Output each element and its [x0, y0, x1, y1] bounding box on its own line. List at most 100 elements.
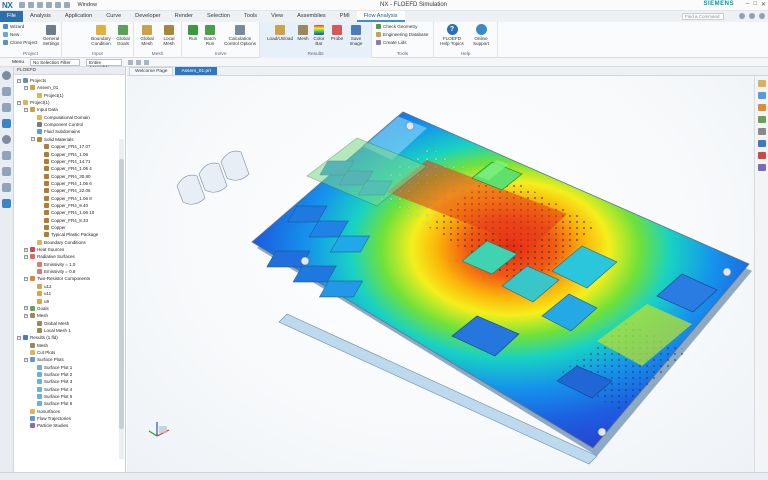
settings-icon[interactable] [2, 71, 11, 80]
tree-node[interactable]: Surface Plot 3 [31, 378, 72, 385]
help-topics-button[interactable]: ? FLOEFD Help Topics [438, 24, 466, 46]
view-triad[interactable] [148, 422, 170, 437]
boundary-condition-button[interactable]: Boundary Condition [90, 25, 112, 46]
tree-node[interactable]: − Solid Materials [31, 136, 74, 143]
tab-assemblies[interactable]: Assemblies [290, 11, 333, 22]
expand-toggle-icon[interactable]: − [17, 335, 21, 340]
tree-node[interactable]: Surface Plot 6 [31, 400, 72, 407]
tree-node[interactable]: Global Mesh [31, 320, 69, 327]
global-mesh-button[interactable]: Global Mesh [138, 25, 156, 46]
tree-node[interactable]: Local Mesh 1 [31, 327, 71, 334]
tab-view[interactable]: View [264, 11, 290, 22]
local-mesh-button[interactable]: Local Mesh [160, 25, 178, 46]
expand-toggle-icon[interactable]: − [24, 107, 28, 112]
tab-analysis[interactable]: Analysis [23, 11, 58, 22]
expand-toggle-icon[interactable]: − [17, 100, 21, 105]
settings-icon[interactable] [739, 13, 745, 19]
online-support-button[interactable]: Online Support [468, 24, 494, 46]
scrollbar-thumb[interactable] [119, 159, 124, 429]
save-icon[interactable] [18, 2, 25, 8]
tree-node[interactable]: Copper_FR4_9.40 [38, 202, 88, 209]
tab-file[interactable]: File [0, 11, 24, 22]
tab-curve[interactable]: Curve [99, 11, 128, 22]
options-icon[interactable] [759, 13, 765, 19]
select-all-icon[interactable] [144, 59, 149, 65]
tree-node[interactable]: + Goals [24, 305, 49, 312]
minimize-icon[interactable]: – [746, 1, 749, 8]
tree-node[interactable]: Surface Plot 4 [31, 386, 72, 393]
tab-selection[interactable]: Selection [200, 11, 237, 22]
tree-node[interactable]: Typical Plastic Package [38, 231, 98, 238]
export-icon[interactable] [757, 164, 766, 171]
global-goals-button[interactable]: Global Goals [114, 25, 132, 46]
filter-icon[interactable] [136, 59, 141, 65]
history-icon[interactable] [2, 135, 11, 144]
tree-node[interactable]: Computational Domain [31, 114, 90, 121]
plot-icon[interactable] [757, 152, 766, 159]
goals-icon[interactable] [757, 116, 766, 123]
expand-toggle-icon[interactable]: − [24, 276, 28, 281]
tab-application[interactable]: Application [58, 11, 99, 22]
engineering-database-button[interactable]: Engineering Database [376, 32, 428, 37]
tab-render[interactable]: Render [168, 11, 200, 22]
tree-node[interactable]: − Surface Plots [24, 356, 64, 363]
tree-node[interactable]: Surface Plot 2 [31, 371, 72, 378]
expand-toggle-icon[interactable]: − [24, 254, 28, 259]
tree-node[interactable]: − Projects [17, 77, 46, 84]
menu-button[interactable]: Menu [12, 60, 24, 65]
tree-node[interactable]: Copper_FR4_17.07 [38, 143, 91, 150]
tree-node[interactable]: Copper_FR4_22.06 [38, 187, 91, 194]
clone-project-button[interactable]: Clone Project [3, 40, 38, 45]
undo-icon[interactable] [27, 2, 34, 8]
tree-node[interactable]: Isosurfaces [24, 408, 60, 415]
expand-toggle-icon[interactable]: − [31, 137, 35, 142]
expand-toggle-icon[interactable]: − [24, 85, 28, 90]
tree-node[interactable]: Copper_FR4_1.06 6 [38, 180, 92, 187]
tree-node[interactable]: Surface Plot 1 [31, 364, 72, 371]
load-unload-button[interactable]: Load/Unload [266, 25, 294, 41]
selection-scope-dropdown[interactable]: Entire Assembly [86, 58, 122, 70]
tree-node[interactable]: Emissivity = 0.8 [31, 268, 75, 275]
color-bar-button[interactable]: Color Bar [312, 25, 326, 46]
roles-icon[interactable] [2, 183, 11, 192]
calculation-control-options-button[interactable]: Calculation Control Options [222, 25, 258, 46]
graphics-viewport[interactable] [127, 76, 754, 472]
tree-node[interactable]: − Results (1.fld) [17, 334, 58, 341]
assembly-navigator-icon[interactable] [2, 87, 11, 96]
tree-node[interactable]: − Radiative Surfaces [24, 253, 75, 260]
tree-node[interactable]: Copper_FR4_1.06 8 [38, 195, 92, 202]
tree-node[interactable]: − Mesh [24, 312, 48, 319]
expand-toggle-icon[interactable]: − [24, 313, 28, 318]
tab-welcome-page[interactable]: Welcome Page [129, 67, 174, 75]
tab-flow-analysis[interactable]: Flow Analysis [356, 11, 405, 22]
selection-filter-dropdown[interactable]: No Selection Filter [30, 58, 80, 66]
expand-toggle-icon[interactable]: − [24, 357, 28, 362]
expand-toggle-icon[interactable]: − [17, 78, 21, 83]
tree-node[interactable]: Component Control [31, 121, 83, 128]
tree-node[interactable]: Copper_FR4_8.33 [38, 217, 88, 224]
expand-toggle-icon[interactable]: + [24, 247, 28, 252]
pcb-thermal-model[interactable] [127, 76, 754, 472]
results-icon[interactable] [757, 140, 766, 147]
window-menu[interactable]: Window [78, 2, 98, 8]
snap-icon[interactable] [128, 59, 133, 65]
tree-node[interactable]: Emissivity = 1.0 [31, 261, 75, 268]
tree-node[interactable]: Cut Plots [24, 349, 55, 356]
command-search-input[interactable]: Find a Command [682, 13, 724, 20]
folder-icon[interactable] [757, 80, 766, 87]
zoom-icon[interactable] [757, 92, 766, 99]
create-lids-button[interactable]: Create Lids [376, 40, 407, 45]
maximize-icon[interactable]: □ [753, 1, 757, 8]
tree-node[interactable]: − Assem_01 [24, 84, 58, 91]
copy-icon[interactable] [54, 2, 61, 8]
save-image-button[interactable]: Save Image [346, 25, 366, 46]
help-icon[interactable] [749, 13, 755, 19]
expand-toggle-icon[interactable]: + [24, 306, 28, 311]
tree-node[interactable]: Particle Studies [24, 422, 68, 429]
tree-node[interactable]: u11 [31, 290, 51, 297]
tree-node[interactable]: − Two-Resistor Components [24, 275, 90, 282]
tree-node[interactable]: Surface Plot 5 [31, 393, 72, 400]
tab-assem-01[interactable]: Assem_01.prt [175, 67, 218, 75]
reuse-library-icon[interactable] [2, 151, 11, 160]
general-settings-button[interactable]: General Settings [42, 25, 60, 46]
